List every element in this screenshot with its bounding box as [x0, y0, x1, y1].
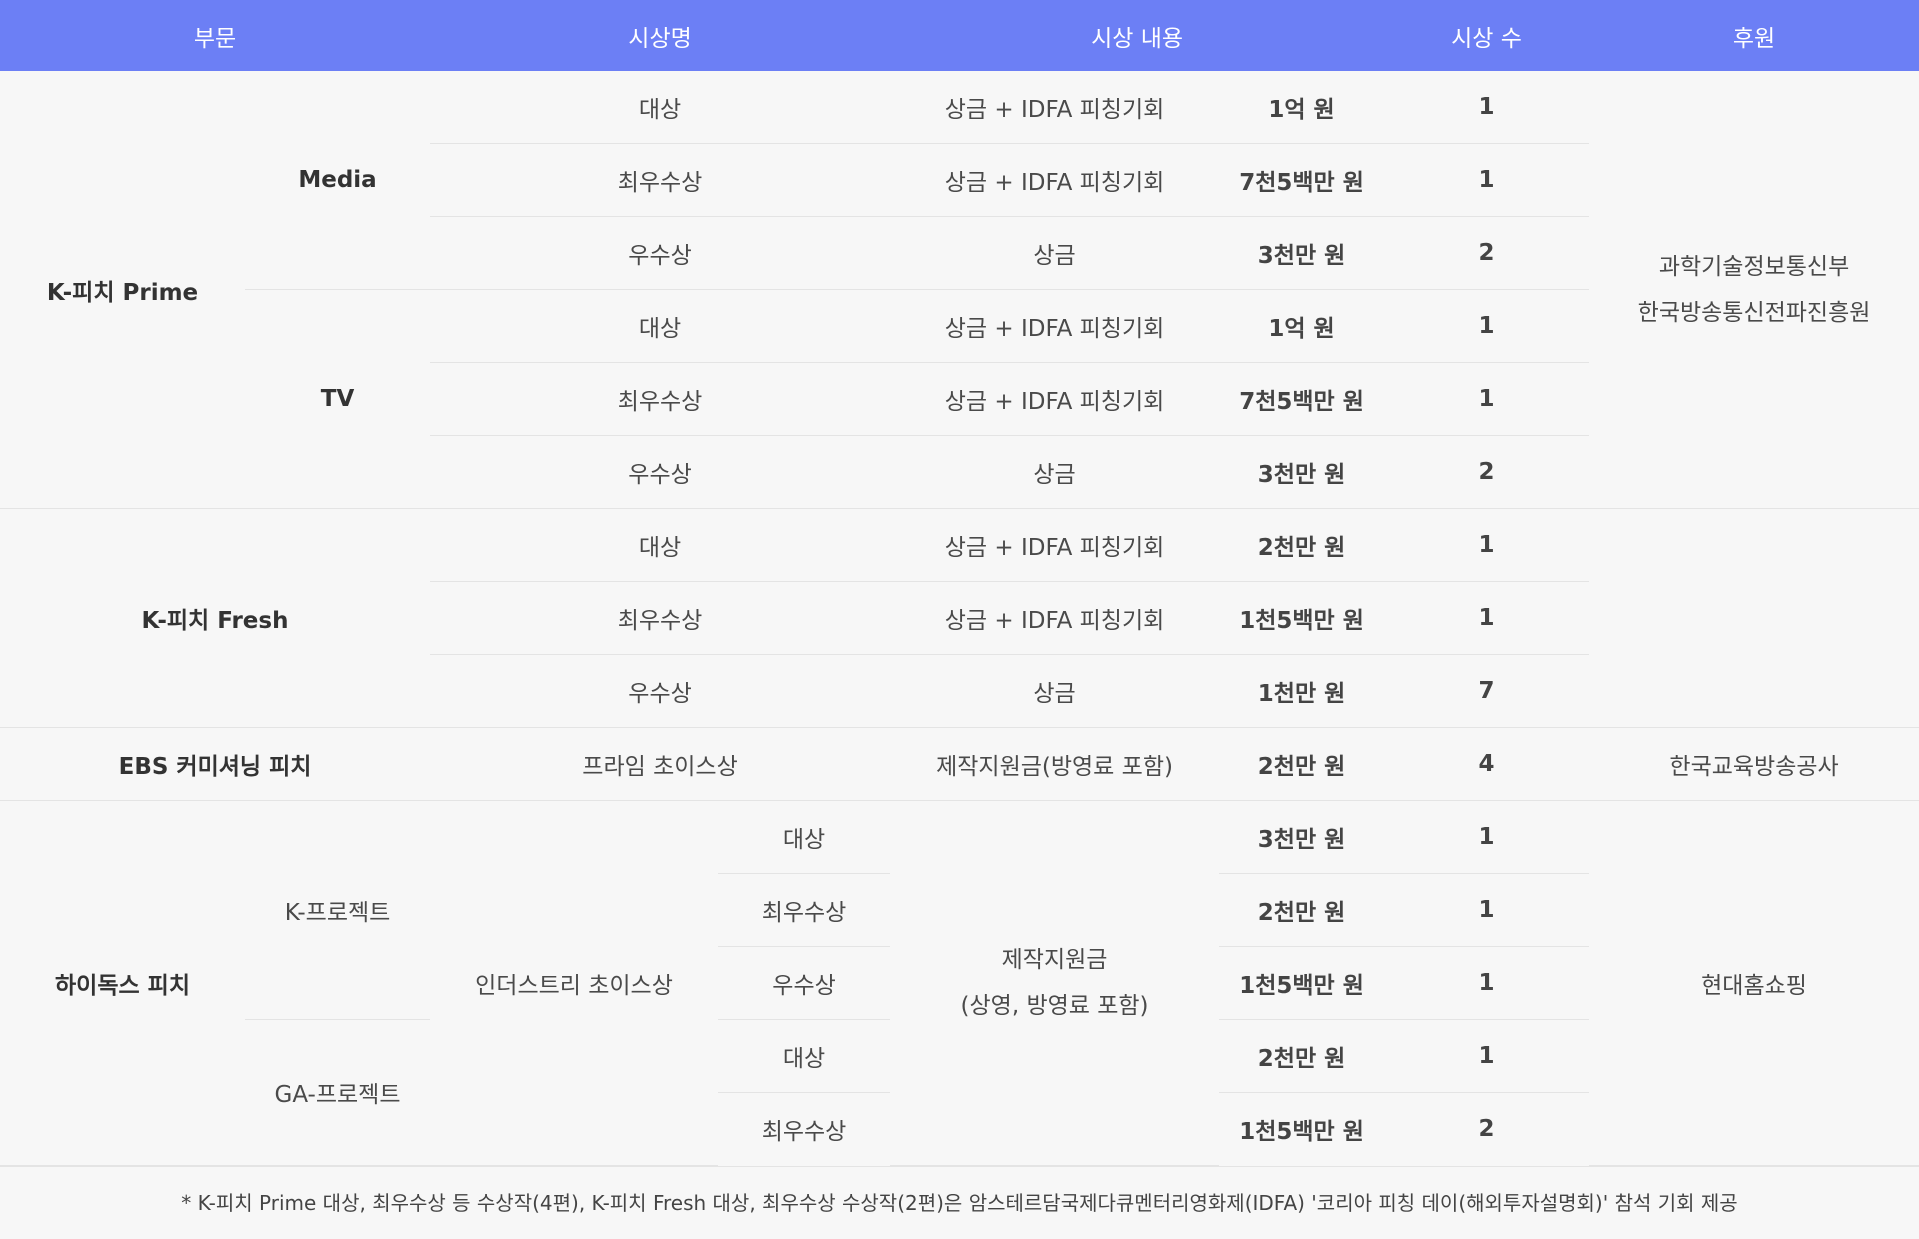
- award-name: 대상: [430, 289, 891, 363]
- award-content: 상금 + IDFA 피칭기회: [890, 362, 1220, 436]
- award-count: 2: [1384, 435, 1590, 509]
- award-amount: 1억 원: [1219, 289, 1385, 363]
- award-name: 최우수상: [430, 143, 891, 217]
- table-row: EBS 커미셔닝 피치 프라임 초이스상 제작지원금(방영료 포함) 2천만 원…: [0, 727, 1919, 801]
- award-amount: 1천5백만 원: [1219, 946, 1385, 1020]
- award-amount: 7천5백만 원: [1219, 362, 1385, 436]
- award-count: 1: [1384, 800, 1590, 874]
- award-amount: 2천만 원: [1219, 508, 1385, 582]
- table-header-row: 부문 시상명 시상 내용 시상 수 후원: [0, 0, 1919, 71]
- award-name: 최우수상: [718, 873, 891, 947]
- award-content: 상금 + IDFA 피칭기회: [890, 71, 1220, 144]
- subcategory-tv: TV: [245, 289, 431, 509]
- award-amount: 3천만 원: [1219, 435, 1385, 509]
- award-name: 우수상: [718, 946, 891, 1020]
- subcategory-ga-project: GA-프로젝트: [245, 1019, 431, 1166]
- award-count: 1: [1384, 289, 1590, 363]
- award-name: 최우수상: [430, 362, 891, 436]
- award-name: 대상: [718, 800, 891, 874]
- table-row: K-피치 Prime Media 대상 상금 + IDFA 피칭기회 1억 원 …: [0, 71, 1919, 509]
- award-count: 1: [1384, 508, 1590, 582]
- award-amount: 1천5백만 원: [1219, 581, 1385, 655]
- award-amount: 1천만 원: [1219, 654, 1385, 728]
- award-table: 부문 시상명 시상 내용 시상 수 후원 K-피치 Prime Media 대상…: [0, 0, 1919, 1166]
- table-row: K-피치 Fresh 대상 상금 + IDFA 피칭기회 2천만 원 1: [0, 508, 1919, 728]
- award-name: 프라임 초이스상: [430, 727, 891, 801]
- award-count: 2: [1478, 1116, 1495, 1142]
- sponsor-line: 한국방송통신전파진흥원: [1637, 299, 1871, 326]
- award-amount: 1천5백만 원: [1239, 1119, 1364, 1145]
- category-kpitch-fresh: K-피치 Fresh: [0, 508, 431, 728]
- award-content: 상금: [890, 435, 1220, 509]
- header-award-count: 시상 수: [1384, 0, 1590, 71]
- award-count: 1: [1384, 946, 1590, 1020]
- subcategory-k-project: K-프로젝트: [245, 800, 431, 1020]
- award-name: 대상: [718, 1019, 891, 1093]
- award-group-industry-choice: 인더스트리 초이스상: [430, 800, 719, 1166]
- award-amount: 2천만 원: [1219, 1019, 1385, 1093]
- award-amount: 3천만 원: [1219, 216, 1385, 290]
- header-sponsor: 후원: [1589, 0, 1919, 71]
- award-amount: 1억 원: [1219, 71, 1385, 144]
- sponsor-hidocs: 현대홈쇼핑: [1589, 800, 1919, 1166]
- sponsor-line: 과학기술정보통신부: [1658, 253, 1850, 280]
- header-award-name: 시상명: [430, 0, 891, 71]
- award-name: 대상: [430, 508, 891, 582]
- award-content: 상금: [890, 654, 1220, 728]
- award-name: 최우수상: [430, 581, 891, 655]
- award-amount: 2천만 원: [1219, 873, 1385, 947]
- sponsor-ebs: 한국교육방송공사: [1589, 727, 1919, 801]
- award-name: 우수상: [430, 216, 891, 290]
- award-count: 1: [1384, 1019, 1590, 1093]
- award-amount: 3천만 원: [1219, 800, 1385, 874]
- table-row: 하이독스 피치 K-프로젝트 인더스트리 초이스상 대상 제작지원금 (상영, …: [0, 800, 1919, 1166]
- award-name: 대상: [430, 71, 891, 144]
- award-count: 1: [1384, 362, 1590, 436]
- award-amount: 2천만 원: [1219, 727, 1385, 801]
- award-name: 최우수상: [761, 1119, 847, 1145]
- header-award-content: 시상 내용: [890, 0, 1385, 71]
- award-content: 상금 + IDFA 피칭기회: [890, 143, 1220, 217]
- award-name: 우수상: [430, 435, 891, 509]
- award-amount: 7천5백만 원: [1219, 143, 1385, 217]
- award-count: 1: [1384, 71, 1590, 144]
- header-category: 부문: [0, 0, 431, 71]
- award-content: 제작지원금(방영료 포함): [890, 727, 1220, 801]
- award-count: 1: [1384, 873, 1590, 947]
- category-ebs: EBS 커미셔닝 피치: [0, 727, 431, 801]
- sponsor-main: 과학기술정보통신부 한국방송통신전파진흥원: [1589, 71, 1919, 509]
- category-hidocs: 하이독스 피치: [0, 800, 245, 1166]
- award-count: 7: [1384, 654, 1590, 728]
- award-table-container: 부문 시상명 시상 내용 시상 수 후원 K-피치 Prime Media 대상…: [0, 0, 1919, 1239]
- footnote: * K-피치 Prime 대상, 최우수상 등 수상작(4편), K-피치 Fr…: [0, 1165, 1919, 1239]
- subcategory-media: Media: [298, 167, 377, 193]
- award-count: 4: [1384, 727, 1590, 801]
- content-line: 제작지원금: [1001, 946, 1108, 973]
- category-kpitch-prime: K-피치 Prime: [0, 71, 245, 509]
- award-name: 우수상: [430, 654, 891, 728]
- award-count: 2: [1384, 216, 1590, 290]
- content-line: (상영, 방영료 포함): [960, 992, 1149, 1019]
- sponsor-fresh: [1589, 508, 1919, 728]
- award-content: 상금 + IDFA 피칭기회: [890, 508, 1220, 582]
- award-count: 1: [1384, 143, 1590, 217]
- award-count: 1: [1384, 581, 1590, 655]
- award-content: 상금 + IDFA 피칭기회: [890, 289, 1220, 363]
- award-content: 상금 + IDFA 피칭기회: [890, 581, 1220, 655]
- award-content: 상금: [890, 216, 1220, 290]
- award-content-hidocs: 제작지원금 (상영, 방영료 포함): [890, 800, 1220, 1166]
